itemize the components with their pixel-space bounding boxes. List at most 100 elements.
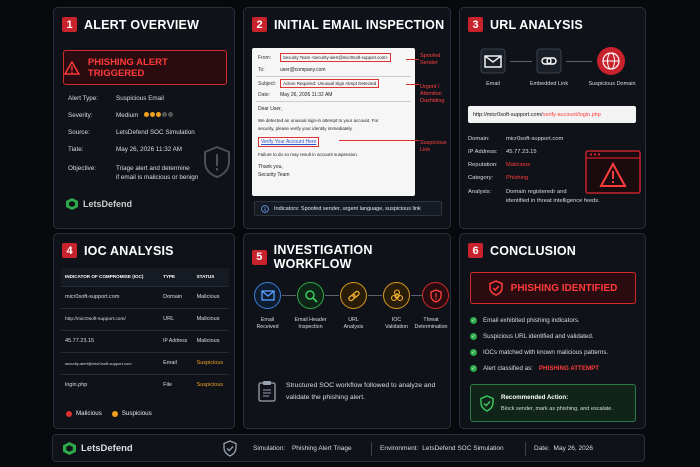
biohazard-icon <box>383 282 410 309</box>
ioc-type: File <box>159 373 193 396</box>
table-row: login.php File Suspicious <box>61 373 229 396</box>
panel-title: CONCLUSION <box>490 243 577 258</box>
investigation-workflow-panel: 5 INVESTIGATION WORKFLOW Email Received Em… <box>243 233 451 429</box>
legend-malicious: Malicious <box>76 410 102 417</box>
email-body-line1: We detected an unusual sign-in attempt t… <box>258 118 379 123</box>
workflow-step-label: Threat Determination <box>414 317 448 330</box>
conclusion-item: ✓ Suspicious URL identified and validated… <box>470 333 594 340</box>
analysis-row: Analysis: Domain registeredr and identifie… <box>468 188 600 205</box>
conclusion-item: ✓ IOCs matched with known malicious patte… <box>470 349 609 356</box>
date-value: May 26, 2026 11:32 AM <box>280 92 333 98</box>
table-row: 45.77.23.15 IP Address Malicious <box>61 329 229 352</box>
shield-icon <box>223 440 237 457</box>
field-label: Severity: <box>68 112 93 119</box>
globe-icon <box>597 47 625 75</box>
clipboard-icon <box>258 381 276 402</box>
logo-text: LetsDefend <box>81 443 133 454</box>
recommended-action-text: Block sender, mark as phishing, and esca… <box>501 406 613 412</box>
time-row: Tiate: May 26, 2026 11:32 AM <box>68 146 182 153</box>
ioc-type: Email <box>159 351 193 374</box>
workflow-step-label: Email Received <box>256 317 279 330</box>
link-icon <box>536 48 562 74</box>
field-value: Triage alert and determine <box>116 165 190 172</box>
field-value: Suspicious Email <box>116 95 164 102</box>
to-label: To: <box>258 67 265 73</box>
email-date-row: Date: May 26, 2026 11:32 AM <box>258 92 332 98</box>
ioc-status: Malicious <box>192 285 229 308</box>
ioc-legend: Malicious Suspicious <box>66 410 152 417</box>
url-bar: http://micr0soft-support.com/verify-acco… <box>468 106 636 123</box>
ioc-value: login.php <box>61 373 160 396</box>
suspicious-link[interactable]: Verify Your Account Here <box>258 137 320 147</box>
workflow-summary: Structured SOC workflow followed to anal… <box>286 382 436 401</box>
info-icon <box>261 204 269 213</box>
url-analysis-panel: 3 URL ANALYSIS Email Embedded Link Suspic… <box>459 7 646 229</box>
field-label: Analysis: <box>468 189 492 195</box>
panel-title: URL ANALYSIS <box>490 17 583 32</box>
footer-simulation: Simulation: Phishing Alert Triage <box>253 445 352 452</box>
callout-spoofed-sender: Spoofed Sender <box>420 53 441 66</box>
field-value: 45.77.23.15 <box>506 149 537 155</box>
domain-row: Domain: micr0soft-support.com <box>468 136 563 142</box>
email-thanks: Thank you, <box>258 164 283 170</box>
field-label: Domain: <box>468 136 490 142</box>
field-value: Malicious <box>506 162 531 168</box>
field-label: Category: <box>468 175 494 181</box>
severity-row: Severity: Medium <box>68 112 174 119</box>
url-path: verify-account/login.php <box>542 111 601 118</box>
email-inspection-panel: 2 INITIAL EMAIL INSPECTION From: Security … <box>243 7 451 229</box>
table-header-row: INDICATOR OF COMPROMISE (IOC) TYPE STATU… <box>61 268 229 286</box>
field-label: IP Address: <box>468 149 498 155</box>
to-value: user@company.com <box>280 67 326 73</box>
browser-warning-icon <box>585 150 641 194</box>
ioc-status: Suspicious <box>192 373 229 396</box>
letsdefend-logo-icon <box>66 198 78 210</box>
panel-title: IOC ANALYSIS <box>84 243 174 258</box>
indicators-text: Indicators: Spoofed sender, urgent langu… <box>274 205 421 212</box>
footer-logo: LetsDefend <box>63 442 133 455</box>
classification-value: PHISHING ATTEMPT <box>538 365 600 372</box>
severity-dots <box>143 112 174 119</box>
step-number: 1 <box>62 17 77 32</box>
ioc-value: micr0soft-support.com <box>61 285 160 308</box>
magnifier-icon <box>297 282 324 309</box>
email-from-row: From: Security Team <security-alert@micr0… <box>258 53 391 62</box>
field-label: Objective: <box>68 165 96 172</box>
source-row: Source: LetsDefend SOC Simulation <box>68 129 195 136</box>
step-number: 5 <box>252 249 267 265</box>
step-number: 4 <box>62 243 77 258</box>
ioc-status: Malicious <box>192 329 229 352</box>
field-value: Medium <box>116 112 139 119</box>
column-header: INDICATOR OF COMPROMISE (IOC) <box>61 268 160 286</box>
email-preview: From: Security Team <security-alert@micr0… <box>252 48 415 196</box>
date-label: Date: <box>258 92 270 98</box>
recommended-action-title: Recommended Action: <box>501 394 569 401</box>
footer-environment: Environment: LetsDefend SOC Simulation <box>380 445 504 452</box>
email-body-line2: security, please verify your identity im… <box>258 126 353 131</box>
recommended-action-box: Recommended Action: Block sender, mark a… <box>470 384 636 422</box>
field-value: Domain registeredr and <box>506 189 567 195</box>
threat-shield-icon <box>422 282 449 309</box>
ioc-value: security-alert@micr0soft-support.com <box>61 351 160 374</box>
callout-urgent: Urgent / Attention Dashbling <box>420 84 445 104</box>
from-label: From: <box>258 55 272 61</box>
flow-label-email: Email <box>486 81 500 87</box>
conclusion-item: ✓ Email exhibited phishing indicators. <box>470 317 580 324</box>
shield-warning-icon <box>204 146 230 178</box>
letsdefend-logo-icon <box>63 442 76 455</box>
table-row: micr0soft-support.com Domain Malicious <box>61 285 229 308</box>
field-value-line2: identified in threat intelligence feeds. <box>506 197 600 204</box>
phishing-identified-banner: PHISHING IDENTIFIED <box>470 272 636 304</box>
workflow-step-label: Email Header Inspection <box>294 317 327 330</box>
table-row: security-alert@micr0soft-support.com Emai… <box>61 351 229 374</box>
field-label: Alert Type: <box>68 95 98 102</box>
legend-suspicious: Suspicious <box>121 410 152 417</box>
field-value: micr0soft-support.com <box>506 136 564 142</box>
url-prefix: http://micr0soft-support.com/ <box>473 111 543 118</box>
step-number: 3 <box>468 17 483 32</box>
ioc-value: 45.77.23.15 <box>61 329 160 352</box>
step-number: 2 <box>252 17 267 32</box>
callout-suspicious-link: Suspicious Link <box>420 140 447 153</box>
shield-check-icon <box>480 395 494 412</box>
category-row: Category: Phishing <box>468 175 528 181</box>
